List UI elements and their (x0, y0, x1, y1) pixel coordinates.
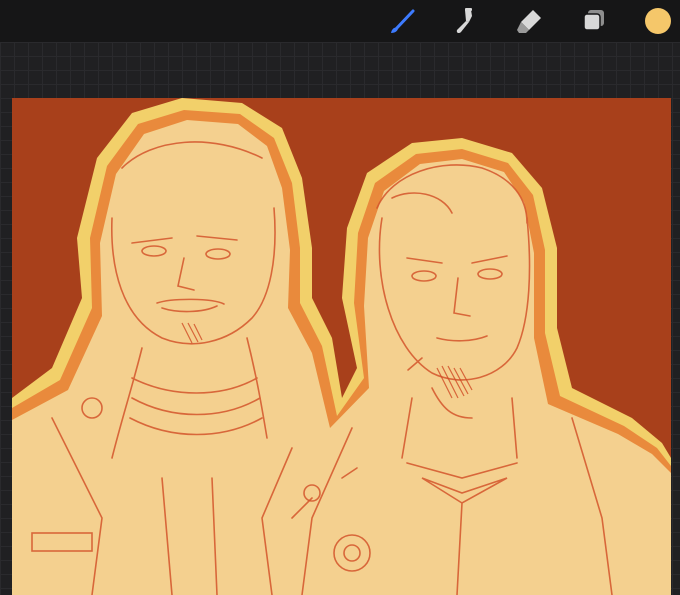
eraser-tool-button[interactable] (514, 5, 546, 37)
layers-icon (583, 10, 604, 31)
artwork (12, 98, 671, 595)
color-picker-button[interactable] (642, 5, 674, 37)
eraser-icon (517, 10, 541, 33)
current-color-swatch (645, 8, 671, 34)
brush-icon (391, 9, 415, 33)
drawing-canvas[interactable] (12, 98, 671, 595)
brush-tool-button[interactable] (386, 5, 418, 37)
smudge-icon (456, 8, 472, 34)
smudge-tool-button[interactable] (448, 5, 480, 37)
layers-tool-button[interactable] (578, 5, 610, 37)
top-toolbar (0, 0, 680, 42)
